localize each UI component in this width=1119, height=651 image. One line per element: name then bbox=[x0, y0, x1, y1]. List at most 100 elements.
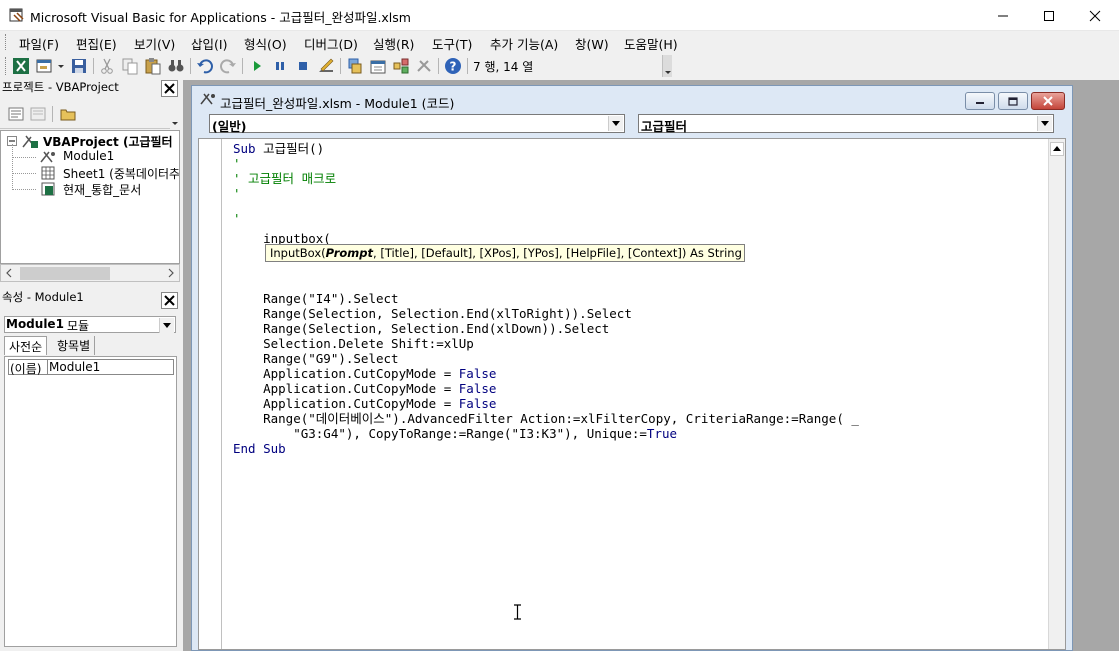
property-row-name[interactable]: (이름) Module1 bbox=[8, 359, 174, 376]
project-panel-close-button[interactable] bbox=[161, 80, 178, 97]
code-vscrollbar[interactable] bbox=[1048, 139, 1065, 649]
minimize-button[interactable] bbox=[980, 0, 1026, 31]
toolbar-options[interactable] bbox=[662, 55, 672, 77]
close-icon bbox=[1089, 10, 1101, 21]
code-window-title: 고급필터_완성파일.xlsm - Module1 (코드) bbox=[220, 96, 455, 111]
menu-debug[interactable]: 디버그(D) bbox=[304, 34, 358, 53]
help-icon[interactable]: ? bbox=[444, 57, 462, 75]
dropdown-arrow[interactable] bbox=[608, 116, 623, 131]
dropdown-arrow[interactable] bbox=[159, 318, 174, 333]
toolbar-grip[interactable] bbox=[5, 57, 9, 75]
chevron-down-icon[interactable] bbox=[56, 57, 66, 75]
code-line[interactable]: Range("데이터베이스").AdvancedFilter Action:=x… bbox=[233, 411, 859, 426]
menu-help[interactable]: 도움말(H) bbox=[624, 34, 678, 53]
chevron-down-icon bbox=[1041, 120, 1049, 126]
tree-line bbox=[12, 173, 36, 174]
code-keyword: False bbox=[458, 366, 497, 381]
procedure-combo-value: 고급필터 bbox=[641, 119, 688, 134]
quickinfo-function: InputBox( bbox=[270, 246, 326, 260]
code-line[interactable]: Range("I4").Select bbox=[233, 291, 398, 306]
tree-line bbox=[12, 144, 13, 188]
tab-categorized[interactable]: 항목별 bbox=[53, 336, 96, 355]
chevron-left-icon[interactable] bbox=[5, 268, 13, 278]
run-icon[interactable] bbox=[248, 57, 266, 75]
code-window-titlebar[interactable]: 고급필터_완성파일.xlsm - Module1 (코드) bbox=[192, 86, 1072, 112]
properties-panel-close-button[interactable] bbox=[161, 292, 178, 309]
menu-edit[interactable]: 편집(E) bbox=[76, 34, 117, 53]
code-line[interactable]: "G3:G4"), CopyToRange:=Range("I3:K3"), U… bbox=[233, 426, 677, 441]
toolbar-separator bbox=[93, 58, 94, 74]
chevron-right-icon[interactable] bbox=[167, 268, 175, 278]
code-margin-indicator-bar[interactable] bbox=[199, 139, 222, 649]
code-line[interactable]: End Sub bbox=[233, 441, 286, 456]
copy-icon[interactable] bbox=[121, 57, 139, 75]
close-button[interactable] bbox=[1072, 0, 1118, 31]
cut-icon[interactable] bbox=[98, 57, 116, 75]
object-combo[interactable]: (일반) bbox=[209, 114, 625, 134]
code-editor[interactable]: Sub 고급필터() ' ' 고급필터 매크로 ' ' inputbox( Ra… bbox=[198, 138, 1066, 650]
project-toolbar-scroll[interactable] bbox=[170, 104, 180, 129]
properties-window-icon[interactable] bbox=[369, 57, 387, 75]
code-line[interactable]: Application.CutCopyMode = False bbox=[233, 396, 496, 411]
code-keyword: False bbox=[458, 381, 497, 396]
code-comment-line[interactable]: ' bbox=[233, 211, 241, 226]
break-icon[interactable] bbox=[271, 57, 289, 75]
code-window-minimize-button[interactable] bbox=[965, 92, 995, 110]
menu-format[interactable]: 형식(O) bbox=[244, 34, 287, 53]
code-line[interactable]: Application.CutCopyMode = False bbox=[233, 366, 496, 381]
design-mode-icon[interactable] bbox=[317, 57, 335, 75]
project-explorer-icon[interactable] bbox=[346, 57, 364, 75]
view-code-icon[interactable] bbox=[8, 107, 24, 121]
code-line[interactable]: Selection.Delete Shift:=xlUp bbox=[233, 336, 474, 351]
menu-insert[interactable]: 삽입(I) bbox=[191, 34, 227, 53]
code-line[interactable]: Range(Selection, Selection.End(xlDown)).… bbox=[233, 321, 609, 336]
module-icon bbox=[200, 93, 215, 105]
code-window-restore-button[interactable] bbox=[998, 92, 1028, 110]
menu-run[interactable]: 실행(R) bbox=[373, 34, 414, 53]
toggle-folders-icon[interactable] bbox=[60, 107, 77, 121]
code-comment-line[interactable]: ' 고급필터 매크로 bbox=[233, 171, 336, 186]
chevron-down-icon bbox=[612, 120, 620, 126]
dropdown-arrow[interactable] bbox=[1037, 116, 1052, 131]
insert-userform-icon[interactable] bbox=[36, 57, 54, 75]
minimize-icon bbox=[976, 102, 984, 104]
toolbar-separator bbox=[340, 58, 341, 74]
toolbox-icon[interactable] bbox=[415, 57, 433, 75]
redo-icon[interactable] bbox=[219, 57, 237, 75]
menu-addins[interactable]: 추가 기능(A) bbox=[490, 34, 558, 53]
view-object-icon[interactable] bbox=[30, 107, 46, 121]
menu-file[interactable]: 파일(F) bbox=[19, 34, 59, 53]
project-tree-hscrollbar[interactable] bbox=[0, 264, 180, 282]
menu-view[interactable]: 보기(V) bbox=[134, 34, 175, 53]
menu-grip[interactable] bbox=[5, 34, 9, 50]
reset-icon[interactable] bbox=[294, 57, 312, 75]
code-line[interactable]: Range("G9").Select bbox=[233, 351, 398, 366]
properties-object-select[interactable]: Module1 모듈 bbox=[4, 316, 176, 333]
code-window-close-button[interactable] bbox=[1031, 92, 1065, 110]
scroll-up-button[interactable] bbox=[1050, 142, 1064, 156]
menu-tools[interactable]: 도구(T) bbox=[432, 34, 472, 53]
find-icon[interactable] bbox=[167, 57, 185, 75]
code-line[interactable]: Range(Selection, Selection.End(xlToRight… bbox=[233, 306, 632, 321]
paste-icon[interactable] bbox=[144, 57, 162, 75]
procedure-combo[interactable]: 고급필터 bbox=[638, 114, 1054, 134]
code-line[interactable]: Sub 고급필터() bbox=[233, 141, 324, 156]
menu-window[interactable]: 창(W) bbox=[575, 34, 609, 53]
code-line[interactable]: Application.CutCopyMode = False bbox=[233, 381, 496, 396]
menu-bar: 파일(F) 편집(E) 보기(V) 삽입(I) 형식(O) 디버그(D) 실행(… bbox=[0, 31, 1119, 53]
project-panel-title: 프로젝트 - VBAProject bbox=[2, 80, 119, 94]
code-comment-line[interactable]: ' bbox=[233, 156, 241, 171]
code-keyword: False bbox=[458, 396, 497, 411]
sheet-icon bbox=[41, 166, 55, 180]
save-icon[interactable] bbox=[70, 57, 88, 75]
tab-alphabetic[interactable]: 사전순 bbox=[4, 336, 48, 355]
code-comment-line[interactable]: ' bbox=[233, 186, 241, 201]
excel-icon[interactable] bbox=[12, 57, 30, 75]
property-value[interactable]: Module1 bbox=[49, 360, 100, 374]
maximize-button[interactable] bbox=[1026, 0, 1072, 31]
undo-icon[interactable] bbox=[196, 57, 214, 75]
object-browser-icon[interactable] bbox=[392, 57, 410, 75]
scroll-thumb[interactable] bbox=[20, 267, 110, 280]
code-window: 고급필터_완성파일.xlsm - Module1 (코드) (일반) 고급필터 … bbox=[191, 85, 1073, 651]
chevron-down-icon bbox=[172, 122, 178, 125]
